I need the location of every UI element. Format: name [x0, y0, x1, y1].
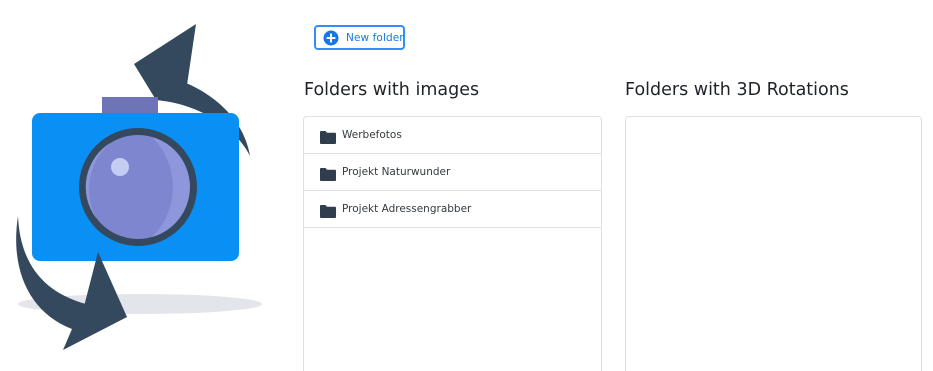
folder-item-projekt-naturwunder[interactable]: Projekt Naturwunder — [304, 154, 601, 191]
folder-icon — [320, 129, 336, 144]
camera-lens-glare — [111, 158, 129, 176]
lower-arrow-head — [80, 252, 127, 322]
folder-label: Werbefotos — [342, 129, 402, 141]
folder-icon — [320, 166, 336, 181]
folder-item-projekt-adressengrabber[interactable]: Projekt Adressengrabber — [304, 191, 601, 228]
rotating-camera-logo — [16, 24, 262, 350]
folder-icon — [320, 203, 336, 218]
images-folder-list: Werbefotos Projekt Naturwunder Projekt A… — [303, 116, 602, 371]
new-folder-button[interactable]: New folder — [314, 25, 405, 50]
folder-item-werbefotos[interactable]: Werbefotos — [304, 117, 601, 154]
plus-circle-icon — [323, 30, 339, 46]
folder-label: Projekt Adressengrabber — [342, 203, 472, 215]
app-root: New folder Folders with images Folders w… — [0, 0, 933, 371]
rotations-section-title: Folders with 3D Rotations — [625, 80, 849, 100]
new-folder-button-label: New folder — [346, 31, 404, 44]
folder-label: Projekt Naturwunder — [342, 166, 451, 178]
rotations-folder-list — [625, 116, 922, 371]
images-section-title: Folders with images — [304, 80, 480, 100]
